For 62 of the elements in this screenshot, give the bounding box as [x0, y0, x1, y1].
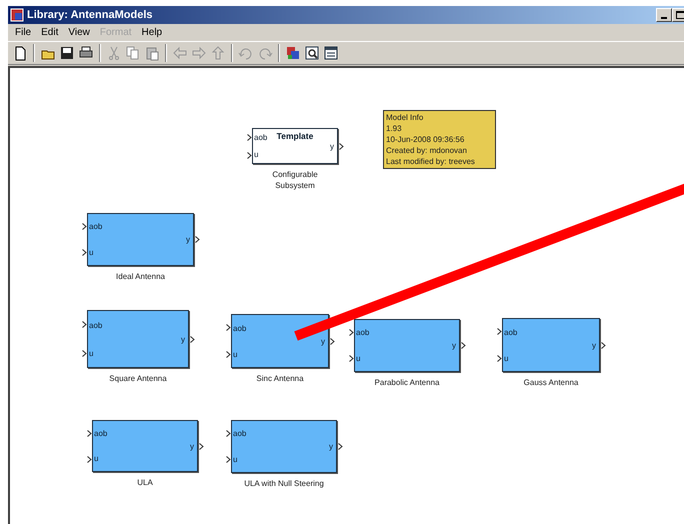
model-block[interactable]: aob u y: [231, 420, 337, 473]
port-label: y: [452, 341, 456, 350]
block-caption: Parabolic Antenna: [374, 377, 440, 388]
port-label: u: [94, 454, 100, 463]
magnifier-icon[interactable]: [304, 45, 320, 61]
port-label: u: [254, 150, 260, 159]
window-icon[interactable]: [323, 45, 339, 61]
model-block[interactable]: aob u y: [502, 318, 600, 372]
port-label: aob: [94, 429, 108, 438]
save-icon[interactable]: [59, 45, 75, 61]
block-caption: Configurable Subsystem: [271, 169, 319, 191]
model-browser-icon[interactable]: [285, 45, 301, 61]
window-title: Library: AntennaModels: [27, 9, 152, 21]
port-label: y: [186, 235, 190, 244]
menu-item[interactable]: File: [10, 27, 36, 38]
block-caption: ULA: [136, 477, 154, 488]
info-line: 1.93: [386, 123, 403, 134]
info-line: Model Info: [386, 112, 424, 123]
port-label: aob: [89, 222, 102, 232]
block-caption: Gauss Antenna: [522, 377, 580, 388]
model-block[interactable]: aob u y: [87, 213, 194, 266]
port-label: y: [330, 142, 334, 150]
maximize-button[interactable]: [672, 8, 684, 22]
port-label: aob: [504, 328, 518, 336]
port-label: u: [89, 248, 94, 257]
port-label: u: [504, 354, 510, 362]
model-block[interactable]: aob u y: [354, 319, 460, 372]
menu-item[interactable]: View: [63, 27, 95, 38]
info-line: Created by: mdonovan: [386, 145, 468, 156]
minimize-button[interactable]: [656, 8, 672, 22]
menu-item[interactable]: Help: [136, 27, 168, 38]
port-label: y: [190, 442, 194, 450]
port-label: u: [89, 348, 94, 358]
port-label: y: [329, 442, 333, 451]
port-label: y: [321, 336, 325, 346]
maximize-icon: [676, 11, 684, 19]
paste-icon[interactable]: [144, 45, 160, 61]
block-caption: Ideal Antenna: [115, 271, 166, 282]
port-label: aob: [233, 324, 246, 332]
block-caption: Square Antenna: [108, 373, 168, 384]
block-title: Template: [276, 131, 314, 141]
port-label: u: [233, 350, 238, 358]
port-label: aob: [356, 328, 370, 338]
port-label: y: [181, 334, 185, 344]
model-info-box[interactable]: Model Info 1.93 10-Jun-2008 09:36:56 Created by: mdonovan Last modified by: treeves: [383, 110, 496, 169]
port-label: aob: [89, 320, 102, 330]
port-label: aob: [233, 429, 246, 438]
menu-item[interactable]: Edit: [36, 27, 64, 38]
block-caption: ULA with Null Steering: [243, 478, 325, 489]
model-block[interactable]: aob u y: [87, 310, 189, 368]
port-label: aob: [254, 133, 268, 142]
block-caption: Sinc Antenna: [255, 373, 305, 384]
port-label: u: [233, 454, 238, 464]
port-label: u: [356, 354, 362, 363]
model-block[interactable]: aob u y: [231, 314, 329, 368]
info-line: 10-Jun-2008 09:36:56: [386, 134, 466, 145]
app-icon: [10, 8, 24, 22]
model-block[interactable]: aob u y: [92, 420, 198, 472]
port-label: y: [592, 340, 596, 350]
template-block[interactable]: aob u Template y: [252, 128, 338, 164]
copy-icon[interactable]: [125, 45, 141, 61]
info-line: Last modified by: treeves: [386, 156, 476, 167]
